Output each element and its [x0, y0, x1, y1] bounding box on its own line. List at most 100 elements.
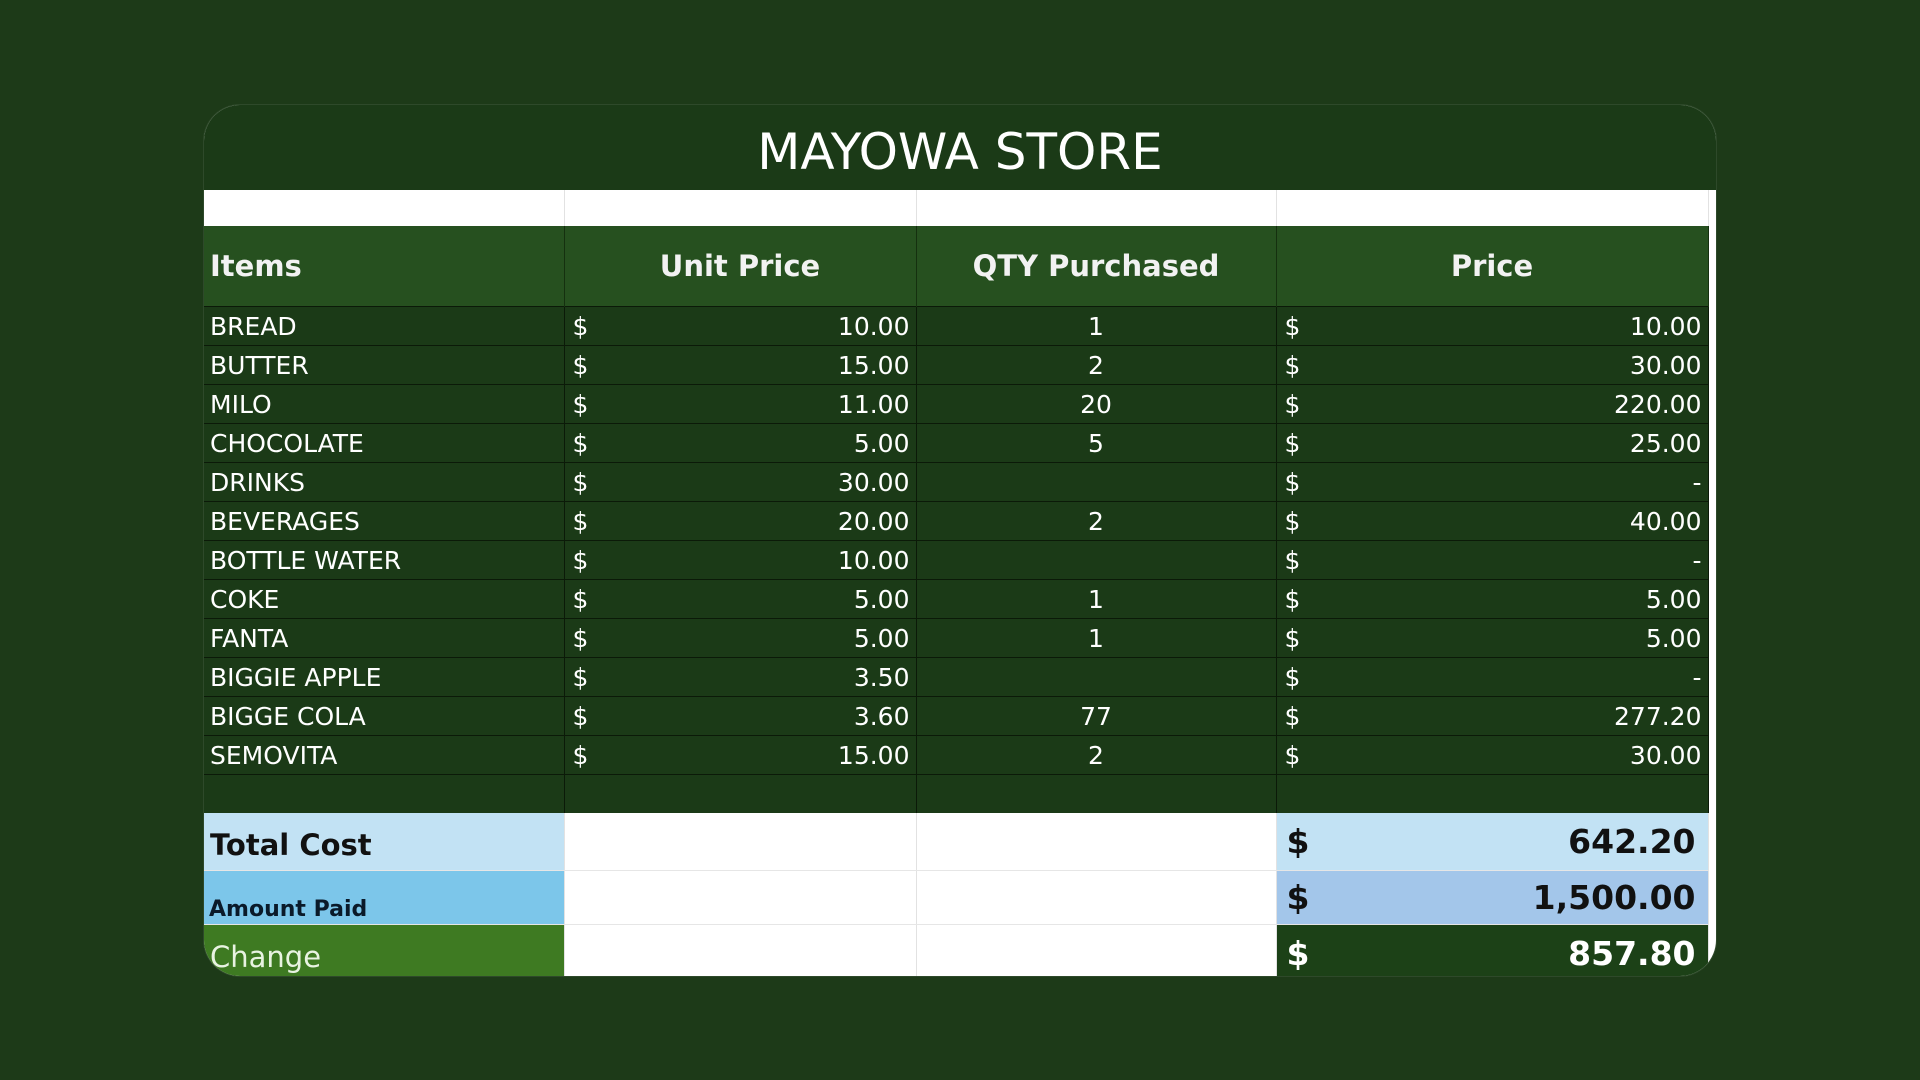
empty-cell[interactable] [204, 774, 565, 813]
item-name-cell[interactable]: BIGGE COLA [204, 696, 565, 736]
spacer-cell [564, 190, 917, 226]
unit-price-cell[interactable]: $ 11.00 [564, 384, 917, 424]
item-name-cell[interactable]: COKE [204, 579, 565, 619]
blank-cell[interactable] [916, 924, 1277, 976]
unit-price-cell[interactable]: $ 3.50 [564, 657, 917, 697]
item-name-cell[interactable]: CHOCOLATE [204, 423, 565, 463]
blank-cell[interactable] [916, 813, 1277, 871]
qty-cell[interactable]: 20 [916, 384, 1277, 424]
spreadsheet: Items Unit Price QTY Purchased Price BRE… [204, 190, 1709, 976]
qty-cell[interactable]: 2 [916, 735, 1277, 775]
price-cell[interactable]: $ 5.00 [1276, 618, 1709, 658]
price-cell[interactable]: $ 30.00 [1276, 345, 1709, 385]
price-cell[interactable]: $ 30.00 [1276, 735, 1709, 775]
unit-price-cell[interactable]: $ 10.00 [564, 540, 917, 580]
title-bar: MAYOWA STORE [204, 105, 1716, 190]
unit-price-cell[interactable]: $ 20.00 [564, 501, 917, 541]
qty-value: 1 [1088, 584, 1104, 614]
unit-price-cell[interactable]: $ 15.00 [564, 345, 917, 385]
qty-cell[interactable] [916, 540, 1277, 580]
item-name-cell[interactable]: BIGGIE APPLE [204, 657, 565, 697]
amount-paid-label[interactable]: Amount Paid [204, 870, 565, 925]
amount-paid-value-cell[interactable]: $1,500.00 [1276, 870, 1709, 925]
unit-price-value: 15.00 [837, 350, 910, 380]
price-value: 277.20 [1614, 701, 1702, 731]
empty-cell[interactable] [916, 774, 1277, 813]
empty-row [204, 774, 1709, 813]
blank-cell[interactable] [564, 813, 917, 871]
table-row: MILO $ 11.00 20 $ 220.00 [204, 384, 1709, 424]
receipt-card: MAYOWA STORE Items Unit Price QTY Purcha… [204, 105, 1716, 976]
item-name-cell[interactable]: BEVERAGES [204, 501, 565, 541]
table-row: BIGGE COLA $ 3.60 77 $ 277.20 [204, 696, 1709, 736]
item-name: FANTA [210, 623, 289, 653]
item-name-cell[interactable]: BREAD [204, 306, 565, 346]
unit-price-value: 20.00 [837, 506, 910, 536]
blank-cell[interactable] [916, 870, 1277, 925]
table-row: BUTTER $ 15.00 2 $ 30.00 [204, 345, 1709, 385]
currency-symbol: $ [1284, 701, 1301, 731]
price-cell[interactable]: $ - [1276, 657, 1709, 697]
qty-cell[interactable] [916, 657, 1277, 697]
item-name-cell[interactable]: SEMOVITA [204, 735, 565, 775]
currency-symbol: $ [1284, 467, 1301, 497]
item-name: BREAD [210, 311, 297, 341]
table-row: BREAD $ 10.00 1 $ 10.00 [204, 306, 1709, 346]
currency-symbol: $ [1284, 545, 1301, 575]
header-unit-price[interactable]: Unit Price [564, 226, 917, 307]
unit-price-value: 10.00 [837, 311, 910, 341]
header-items[interactable]: Items [204, 226, 565, 307]
spacer-cell [1276, 190, 1709, 226]
qty-cell[interactable]: 77 [916, 696, 1277, 736]
purchase-table: Items Unit Price QTY Purchased Price BRE… [204, 190, 1709, 976]
header-qty-purchased[interactable]: QTY Purchased [916, 226, 1277, 307]
price-value: 30.00 [1629, 350, 1702, 380]
unit-price-cell[interactable]: $ 5.00 [564, 423, 917, 463]
header-price[interactable]: Price [1276, 226, 1709, 307]
item-name: COKE [210, 584, 280, 614]
item-name-cell[interactable]: MILO [204, 384, 565, 424]
price-cell[interactable]: $ 10.00 [1276, 306, 1709, 346]
empty-cell[interactable] [564, 774, 917, 813]
unit-price-value: 10.00 [837, 545, 910, 575]
qty-cell[interactable]: 2 [916, 345, 1277, 385]
unit-price-value: 30.00 [837, 467, 910, 497]
item-name-cell[interactable]: FANTA [204, 618, 565, 658]
price-cell[interactable]: $ 40.00 [1276, 501, 1709, 541]
blank-cell[interactable] [564, 870, 917, 925]
unit-price-cell[interactable]: $ 30.00 [564, 462, 917, 502]
change-label[interactable]: Change [204, 924, 565, 976]
price-cell[interactable]: $ 25.00 [1276, 423, 1709, 463]
price-cell[interactable]: $ 277.20 [1276, 696, 1709, 736]
unit-price-cell[interactable]: $ 5.00 [564, 618, 917, 658]
empty-cell[interactable] [1276, 774, 1709, 813]
price-cell[interactable]: $ 220.00 [1276, 384, 1709, 424]
price-cell[interactable]: $ - [1276, 462, 1709, 502]
blank-cell[interactable] [564, 924, 917, 976]
change-value: 857.80 [1568, 934, 1696, 973]
item-name-cell[interactable]: DRINKS [204, 462, 565, 502]
item-name-cell[interactable]: BUTTER [204, 345, 565, 385]
qty-cell[interactable]: 1 [916, 618, 1277, 658]
price-cell[interactable]: $ - [1276, 540, 1709, 580]
unit-price-cell[interactable]: $ 5.00 [564, 579, 917, 619]
currency-symbol: $ [1284, 428, 1301, 458]
price-cell[interactable]: $ 5.00 [1276, 579, 1709, 619]
total-cost-value-cell[interactable]: $642.20 [1276, 813, 1709, 871]
qty-cell[interactable]: 1 [916, 306, 1277, 346]
qty-cell[interactable] [916, 462, 1277, 502]
qty-cell[interactable]: 5 [916, 423, 1277, 463]
item-name: MILO [210, 389, 272, 419]
unit-price-cell[interactable]: $ 15.00 [564, 735, 917, 775]
item-name-cell[interactable]: BOTTLE WATER [204, 540, 565, 580]
currency-symbol: $ [572, 389, 589, 419]
total-cost-row: Total Cost $642.20 [204, 813, 1709, 871]
currency-symbol: $ [572, 545, 589, 575]
price-value: 40.00 [1629, 506, 1702, 536]
unit-price-cell[interactable]: $ 10.00 [564, 306, 917, 346]
qty-cell[interactable]: 1 [916, 579, 1277, 619]
total-cost-label[interactable]: Total Cost [204, 813, 565, 871]
qty-cell[interactable]: 2 [916, 501, 1277, 541]
change-value-cell[interactable]: $857.80 [1276, 924, 1709, 976]
unit-price-cell[interactable]: $ 3.60 [564, 696, 917, 736]
